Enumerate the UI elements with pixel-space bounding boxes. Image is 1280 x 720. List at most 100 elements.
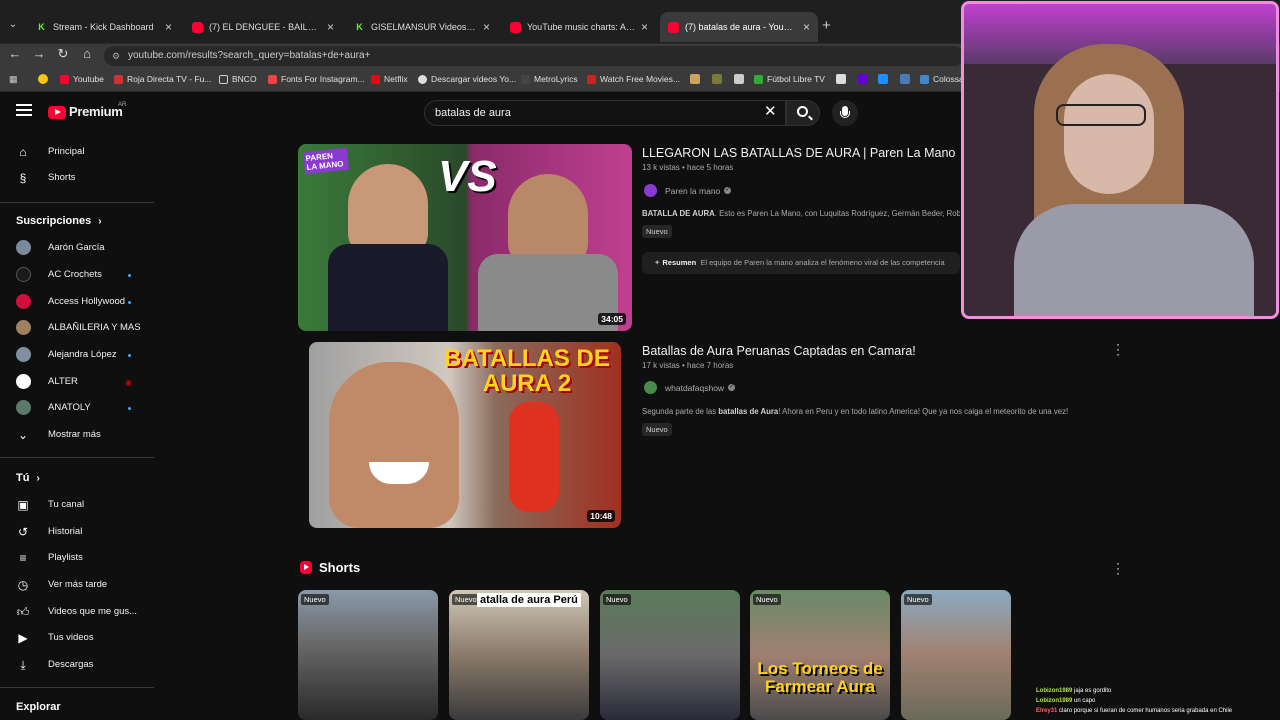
bookmark-item[interactable]: Descargar videos Yo... [418,74,516,84]
tab-search-icon[interactable]: ⌄ [4,16,22,34]
short-thumbnail[interactable]: Nuevo [901,590,1011,720]
bookmark-item[interactable]: Youtube [60,74,104,84]
chevron-down-icon: ⌄ [17,428,29,442]
show-more-label: Mostrar más [48,429,101,440]
subscription-item[interactable]: Alejandra López [0,342,154,368]
you-heading[interactable]: Tú › [16,472,40,484]
bookmark-favicon-icon[interactable] [900,74,910,84]
bookmark-favicon-icon[interactable] [734,74,744,84]
new-badge: Nuevo [301,594,329,605]
home-button-icon[interactable]: ⌂ [78,46,96,61]
video-title[interactable]: LLEGARON LAS BATALLAS DE AURA | Paren La… [642,146,955,160]
channel-avatar [644,184,657,197]
subscription-item[interactable]: ANATOLY [0,395,154,421]
bookmark-favicon-icon[interactable] [836,74,846,84]
bookmark-item[interactable]: Roja Directa TV - Fu... [114,74,211,84]
thumbs-up-icon: 👍︎ [16,605,30,619]
new-badge: Nuevo [642,423,672,436]
search-input[interactable]: batalas de aura [424,100,786,126]
bookmark-item[interactable]: BNCO [219,74,257,84]
show-more-button[interactable]: ⌄ Mostrar más [0,422,154,448]
sidebar-divider [0,687,154,688]
ai-summary[interactable]: ✦ Resumen El equipo de Paren la mano ana… [642,252,960,274]
short-thumbnail[interactable]: Nuevo [298,590,438,720]
channel-link[interactable]: Paren la mano ✓ [644,184,732,197]
sidebar-item-shorts[interactable]: § Shorts [0,165,154,191]
close-icon[interactable]: × [483,20,490,34]
subscription-label: Alejandra López [48,349,117,360]
close-icon[interactable]: × [803,20,810,34]
browser-tab[interactable]: K GISELMANSUR Videos - Watch × [346,12,498,42]
netflix-icon [371,74,380,84]
site-info-icon[interactable]: ⚙ [112,46,120,66]
bookmark-item[interactable]: MetroLyrics [521,74,578,84]
bookmark-item[interactable]: Colossa [920,74,964,84]
sidebar-item-historial[interactable]: ↺ Historial [0,519,154,545]
duration-badge: 10:48 [587,510,615,522]
address-bar[interactable]: ⚙ youtube.com/results?search_query=batal… [104,46,964,66]
more-actions-icon[interactable]: · · · [1115,557,1121,579]
short-thumbnail[interactable]: Nuevo atalla de aura Perú [449,590,589,720]
search-button[interactable] [786,100,820,126]
emoji-bookmark-icon[interactable] [38,74,48,84]
subscription-item[interactable]: AC Crochets [0,262,154,288]
short-thumbnail[interactable]: Nuevo [600,590,740,720]
subscription-item[interactable]: ALBAÑILERIA Y MAS [0,315,154,341]
subscriptions-title: Suscripciones [16,215,92,227]
subscriptions-heading[interactable]: Suscripciones › [16,215,102,227]
sidebar-item-tu-canal[interactable]: ▣ Tu canal [0,492,154,518]
voice-search-button[interactable] [832,100,858,126]
browser-tab[interactable]: K Stream - Kick Dashboard × [28,12,180,42]
sidebar-item-tus-videos[interactable]: ▶ Tus videos [0,625,154,651]
close-icon[interactable]: × [327,20,334,34]
new-badge: Nuevo [904,594,932,605]
bookmark-item[interactable]: Fútbol Libre TV [754,74,825,84]
subscription-item[interactable]: Aarón García [0,235,154,261]
sidebar-item-ver-mas-tarde[interactable]: ◷ Ver más tarde [0,572,154,598]
video-meta: 17 k vistas • hace 7 horas [642,361,734,370]
youtube-icon [668,21,679,33]
channel-link[interactable]: whatdafaqshow ✓ [644,381,736,394]
bookmark-favicon-icon[interactable] [878,74,888,84]
bookmark-favicon-icon [754,74,763,84]
bookmark-favicon-icon[interactable] [690,74,700,84]
clear-search-icon[interactable]: ✕ [764,102,777,120]
youtube-premium-logo[interactable]: Premium [69,104,123,119]
more-actions-icon[interactable]: · · · [1115,338,1121,360]
subscription-item[interactable]: Access Hollywood [0,289,154,315]
sidebar-item-label: Tus videos [48,632,94,643]
bookmark-item[interactable]: Watch Free Movies... [587,74,680,84]
sidebar-item-principal[interactable]: ⌂ Principal [0,139,154,165]
short-caption: atalla de aura Perú [477,593,581,607]
chevron-right-icon: › [36,473,40,484]
browser-tab[interactable]: YouTube music charts: Argentin × [502,12,656,42]
apps-grid-icon[interactable]: ▦ [9,74,19,84]
sidebar-item-descargas[interactable]: ⤓ Descargas [0,652,154,678]
video-title[interactable]: Batallas de Aura Peruanas Captadas en Ca… [642,344,916,358]
subscription-item[interactable]: ALTER ◉ [0,369,154,395]
close-icon[interactable]: × [641,20,648,34]
reload-icon[interactable]: ↻ [54,46,72,62]
sidebar-item-liked-videos[interactable]: 👍︎ Videos que me gus... [0,599,154,625]
menu-icon[interactable] [16,104,32,116]
bookmark-favicon-icon[interactable] [858,74,868,84]
youtube-logo-icon[interactable] [48,106,66,119]
new-tab-icon[interactable]: + [822,17,831,34]
close-icon[interactable]: × [165,20,172,34]
video-thumbnail[interactable]: VS PAREN LA MANO 34:05 [298,144,632,331]
bookmark-item[interactable]: Netflix [371,74,408,84]
search-icon [797,106,808,117]
bookmark-item[interactable]: Fonts For Instagram... [268,74,365,84]
short-thumbnail[interactable]: Nuevo Los Torneos de Farmear Aura [750,590,890,720]
sidebar-item-playlists[interactable]: ≡ Playlists [0,545,154,571]
back-icon[interactable]: ← [6,46,24,61]
youtube-icon [510,21,521,33]
browser-tab-active[interactable]: (7) batalas de aura - YouTub × [660,12,818,42]
mouse-cursor-icon [286,576,293,582]
browser-tab[interactable]: (7) EL DENGUEE - BAILA APRET × [184,12,342,42]
tab-title: GISELMANSUR Videos - Watch [371,22,477,32]
bookmark-favicon-icon[interactable] [712,74,722,84]
video-thumbnail[interactable]: BATALLAS DE AURA 2 10:48 [309,342,621,528]
youtube-icon [192,21,203,33]
forward-icon[interactable]: → [30,46,48,61]
